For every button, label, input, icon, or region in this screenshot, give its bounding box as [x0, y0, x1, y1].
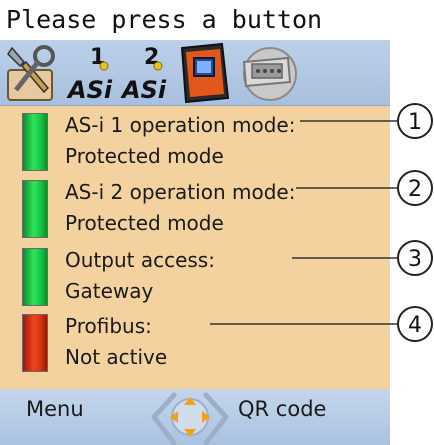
callout-marker-4 [397, 306, 433, 342]
status-label: AS-i 2 operation mode: [65, 180, 296, 204]
callout-marker-3 [397, 240, 433, 276]
profibus-connector-icon[interactable] [236, 42, 298, 104]
gateway-device-icon[interactable] [176, 42, 234, 104]
softkey-bar: Menu QR code [0, 389, 390, 445]
svg-text:ASi: ASi [66, 76, 113, 104]
asi-1-icon[interactable]: 1 ASi [66, 42, 116, 104]
icon-toolbar: 1 ASi 2 ASi [0, 40, 390, 106]
status-led [22, 180, 48, 238]
navigation-pad-icon[interactable] [148, 389, 232, 445]
status-led [22, 113, 48, 171]
status-label: Output access: [65, 248, 215, 272]
status-row-output-access: Output access: Gateway [0, 248, 390, 308]
status-value: Not active [65, 345, 168, 369]
status-value: Protected mode [65, 211, 224, 235]
callout-number-4: 4 [408, 313, 422, 338]
qr-code-button[interactable]: QR code [238, 397, 326, 421]
callout-number-3: 3 [408, 247, 422, 272]
status-led [22, 248, 48, 306]
status-value: Protected mode [65, 144, 224, 168]
device-display: Please press a button 1 ASi 2 ASi AS-i 1… [0, 0, 434, 445]
status-value: Gateway [65, 279, 154, 303]
status-panel: AS-i 1 operation mode: Protected mode AS… [0, 106, 390, 389]
callout-number-1: 1 [408, 110, 422, 135]
status-row-profibus: Profibus: Not active [0, 314, 390, 374]
asi-2-icon[interactable]: 2 ASi [120, 42, 170, 104]
callout-marker-2 [397, 170, 433, 206]
status-label: Profibus: [65, 314, 152, 338]
svg-text:ASi: ASi [120, 76, 167, 104]
callout-number-2: 2 [408, 177, 422, 202]
page-title: Please press a button [0, 0, 390, 40]
callout-marker-1 [397, 103, 433, 139]
menu-button[interactable]: Menu [26, 397, 84, 421]
status-row-asi1: AS-i 1 operation mode: Protected mode [0, 113, 390, 173]
status-label: AS-i 1 operation mode: [65, 113, 296, 137]
status-led [22, 314, 48, 372]
wrench-screwdriver-icon[interactable] [4, 42, 62, 104]
status-row-asi2: AS-i 2 operation mode: Protected mode [0, 180, 390, 240]
